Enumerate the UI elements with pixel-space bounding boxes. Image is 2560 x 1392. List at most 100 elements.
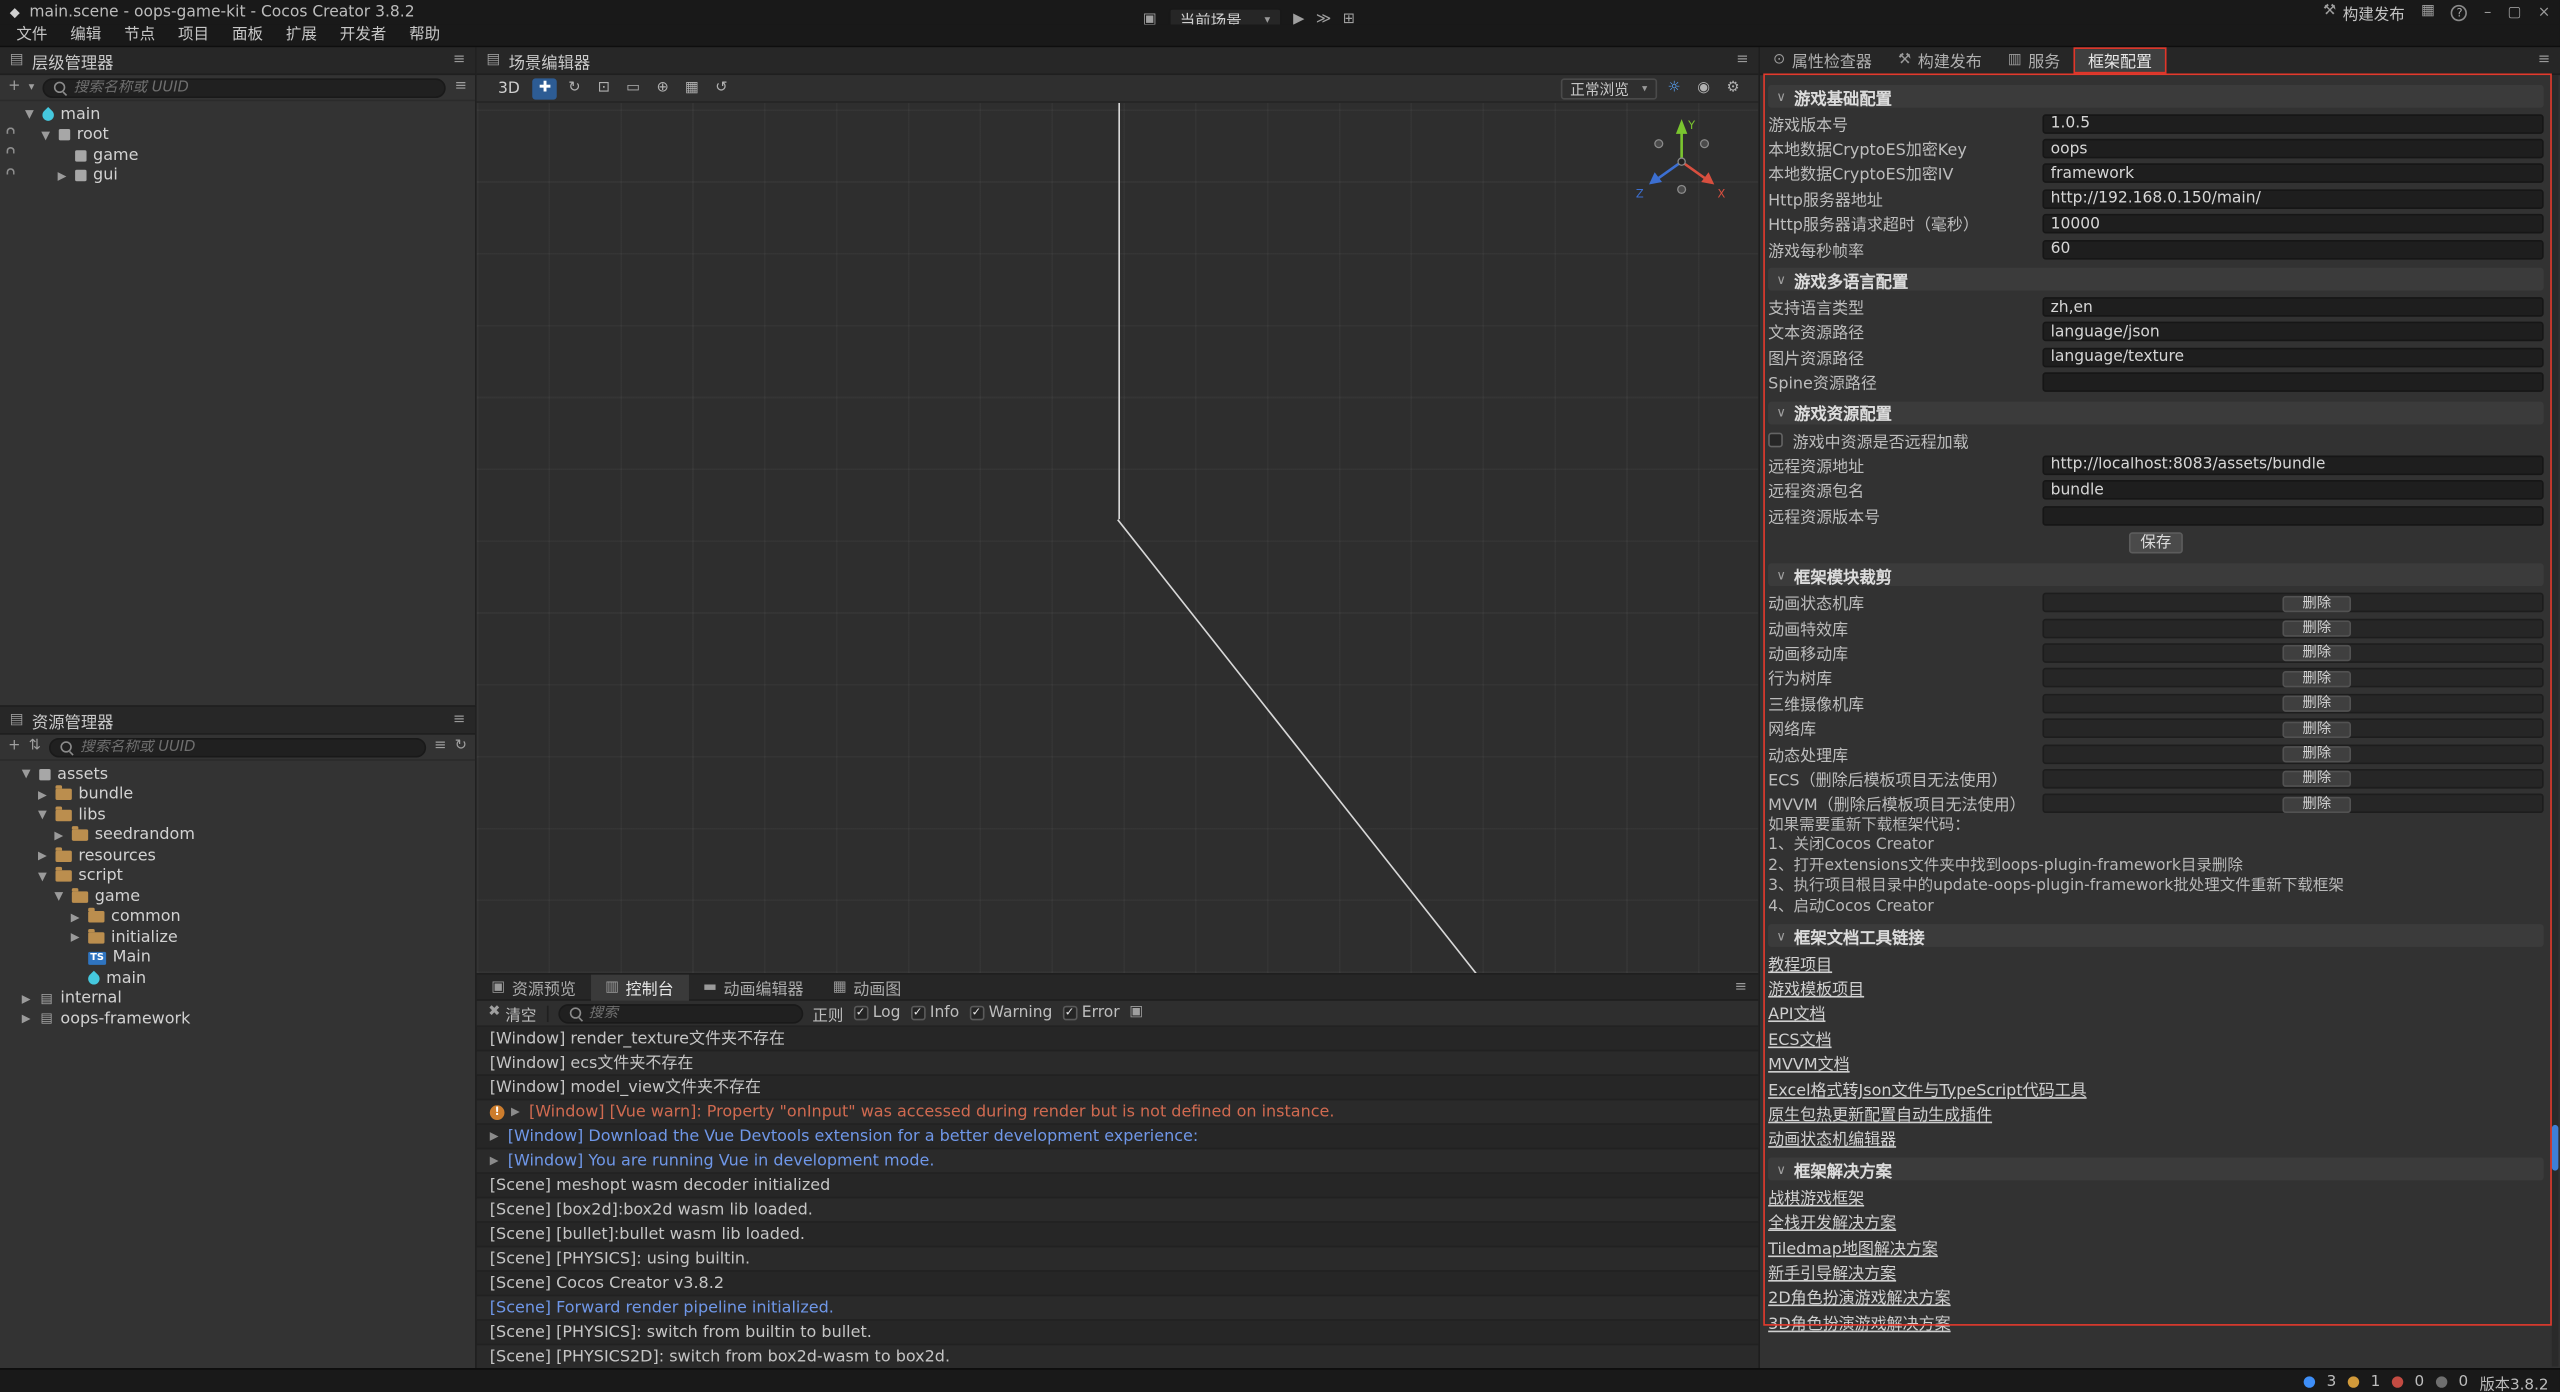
tab-framework-config[interactable]: 框架配置 [2073, 47, 2166, 73]
log-row[interactable]: [Scene] [PHYSICS]: using builtin. [477, 1247, 1759, 1271]
remote-bundle-input[interactable] [2042, 481, 2543, 501]
expand-icon[interactable]: ▶ [36, 788, 49, 801]
remote-load-checkbox[interactable] [1768, 433, 1783, 448]
add-asset-button[interactable]: + [8, 740, 20, 755]
coordinate-toggle[interactable]: ↺ [709, 78, 733, 99]
asset-node-main-scene[interactable]: main [0, 968, 475, 988]
doc-link[interactable]: Excel格式转Json文件与TypeScript代码工具 [1768, 1077, 2086, 1100]
scene-light-toggle[interactable]: ☼ [1662, 78, 1686, 99]
assets-search[interactable] [49, 737, 426, 757]
tab-animation-graph[interactable]: ▦ 动画图 [818, 974, 916, 1000]
tab-service[interactable]: ▥ 服务 [1995, 47, 2074, 73]
filter-warning-checkbox[interactable]: ✓ Warning [969, 1004, 1052, 1022]
expand-icon[interactable]: ▶ [490, 1149, 501, 1173]
delete-module-button[interactable]: 删除 [2282, 771, 2351, 787]
solution-link[interactable]: 3D角色扮演游戏解决方案 [1768, 1311, 1950, 1334]
log-row[interactable]: [Scene] Forward render pipeline initiali… [477, 1296, 1759, 1320]
log-row[interactable]: ▶ [Window] Download the Vue Devtools ext… [477, 1125, 1759, 1149]
collapse-icon[interactable]: ▼ [52, 890, 65, 903]
asset-node-seedrandom[interactable]: ▶ seedrandom [0, 825, 475, 845]
cryptoes-key-input[interactable] [2042, 139, 2543, 159]
delete-module-button[interactable]: 删除 [2282, 620, 2351, 636]
scrollbar-thumb[interactable] [2552, 1125, 2559, 1171]
delete-module-button[interactable]: 删除 [2282, 646, 2351, 662]
spine-path-input[interactable] [2042, 373, 2543, 393]
doc-link[interactable]: MVVM文档 [1768, 1052, 1849, 1075]
delete-module-button[interactable]: 删除 [2282, 796, 2351, 812]
log-row[interactable]: [Scene] [box2d]:box2d wasm lib loaded. [477, 1198, 1759, 1222]
fps-input[interactable] [2042, 239, 2543, 259]
doc-link[interactable]: API文档 [1768, 1002, 1825, 1025]
delete-module-button[interactable]: 删除 [2282, 746, 2351, 762]
delete-module-button[interactable]: 删除 [2282, 595, 2351, 611]
rotate-tool[interactable]: ↻ [562, 78, 586, 99]
doc-link[interactable]: 原生包热更新配置自动生成插件 [1768, 1102, 1992, 1125]
expand-icon[interactable]: ▶ [69, 931, 82, 944]
collapse-icon[interactable]: ▼ [23, 108, 36, 121]
doc-link[interactable]: ECS文档 [1768, 1027, 1831, 1050]
http-server-input[interactable] [2042, 189, 2543, 209]
rect-tool[interactable]: ▭ [621, 78, 645, 99]
cryptoes-iv-input[interactable] [2042, 164, 2543, 184]
filter-info-checkbox[interactable]: ✓ Info [910, 1004, 959, 1022]
game-version-input[interactable] [2042, 114, 2543, 134]
solution-link[interactable]: Tiledmap地图解决方案 [1768, 1235, 1938, 1258]
hierarchy-node-main[interactable]: ▼ main [0, 104, 475, 124]
log-row[interactable]: [Scene] meshopt wasm decoder initialized [477, 1174, 1759, 1198]
asset-node-oops-framework[interactable]: ▶ ▤ oops-framework [0, 1009, 475, 1029]
expand-icon[interactable]: ▶ [20, 992, 33, 1005]
panel-menu-icon[interactable]: ≡ [2538, 52, 2560, 68]
doc-link[interactable]: 游戏模板项目 [1768, 976, 1864, 999]
panel-menu-icon[interactable]: ≡ [1735, 979, 1759, 995]
asset-node-script[interactable]: ▼ script [0, 866, 475, 886]
info-count-icon[interactable] [2304, 1376, 2315, 1387]
solution-link[interactable]: 全栈开发解决方案 [1768, 1210, 1896, 1233]
scene-camera-icon[interactable]: ◉ [1691, 78, 1715, 99]
doc-link[interactable]: 教程项目 [1768, 951, 1832, 974]
sort-icon[interactable]: ⇅ [29, 740, 41, 755]
language-types-input[interactable] [2042, 297, 2543, 317]
close-button[interactable]: × [2538, 4, 2550, 20]
filter-log-checkbox[interactable]: ✓ Log [853, 1004, 900, 1022]
log-row[interactable]: [Window] ecs文件夹不存在 [477, 1051, 1759, 1075]
hierarchy-node-gui[interactable]: ▶ gui [0, 166, 475, 186]
move-tool[interactable]: ✚ [533, 78, 557, 99]
asset-node-resources[interactable]: ▶ resources [0, 846, 475, 866]
mode-3d-button[interactable]: 3D [490, 79, 528, 97]
section-language[interactable]: ∨ 游戏多语言配置 [1768, 268, 2544, 291]
assets-search-input[interactable] [80, 739, 416, 755]
chevron-down-icon[interactable]: ▾ [29, 82, 35, 93]
log-row[interactable]: [Scene] [PHYSICS]: switch from builtin t… [477, 1321, 1759, 1345]
log-row[interactable]: [Scene] Cocos Creator v3.8.2 [477, 1272, 1759, 1296]
log-row[interactable]: [Window] render_texture文件夹不存在 [477, 1027, 1759, 1051]
panel-menu-icon[interactable]: ≡ [453, 52, 465, 68]
package-icon[interactable]: ▦ [2421, 5, 2435, 20]
expand-icon[interactable]: ▶ [20, 1013, 33, 1026]
minimize-button[interactable]: – [2484, 4, 2491, 20]
remote-url-input[interactable] [2042, 455, 2543, 475]
menu-help[interactable]: 帮助 [398, 24, 452, 45]
regex-toggle[interactable]: 正则 [812, 1002, 843, 1025]
solution-link[interactable]: 新手引导解决方案 [1768, 1260, 1896, 1283]
maximize-button[interactable]: ▢ [2508, 4, 2522, 20]
snap-toggle[interactable]: ▦ [680, 78, 704, 99]
collapse-icon[interactable]: ▼ [39, 129, 52, 142]
filter-icon[interactable]: ≡ [455, 80, 467, 95]
hierarchy-search-input[interactable] [74, 79, 437, 95]
asset-node-bundle[interactable]: ▶ bundle [0, 784, 475, 804]
scale-tool[interactable]: ⊡ [592, 78, 616, 99]
asset-node-game[interactable]: ▼ game [0, 887, 475, 907]
panel-menu-icon[interactable]: ≡ [1736, 52, 1748, 68]
asset-node-internal[interactable]: ▶ ▤ internal [0, 989, 475, 1009]
console-search[interactable] [558, 1003, 803, 1023]
menu-developer[interactable]: 开发者 [328, 24, 397, 45]
tab-animation-editor[interactable]: ▬ 动画编辑器 [688, 974, 818, 1000]
expand-icon[interactable]: ▶ [52, 829, 65, 842]
collapse-icon[interactable]: ▼ [36, 809, 49, 822]
expand-icon[interactable]: ▶ [36, 849, 49, 862]
add-node-button[interactable]: + [8, 80, 20, 95]
help-icon[interactable]: ? [2451, 4, 2467, 20]
solution-link[interactable]: 战棋游戏框架 [1768, 1185, 1864, 1208]
solution-link[interactable]: 2D角色扮演游戏解决方案 [1768, 1286, 1950, 1309]
collapse-icon[interactable]: ▼ [20, 768, 33, 781]
